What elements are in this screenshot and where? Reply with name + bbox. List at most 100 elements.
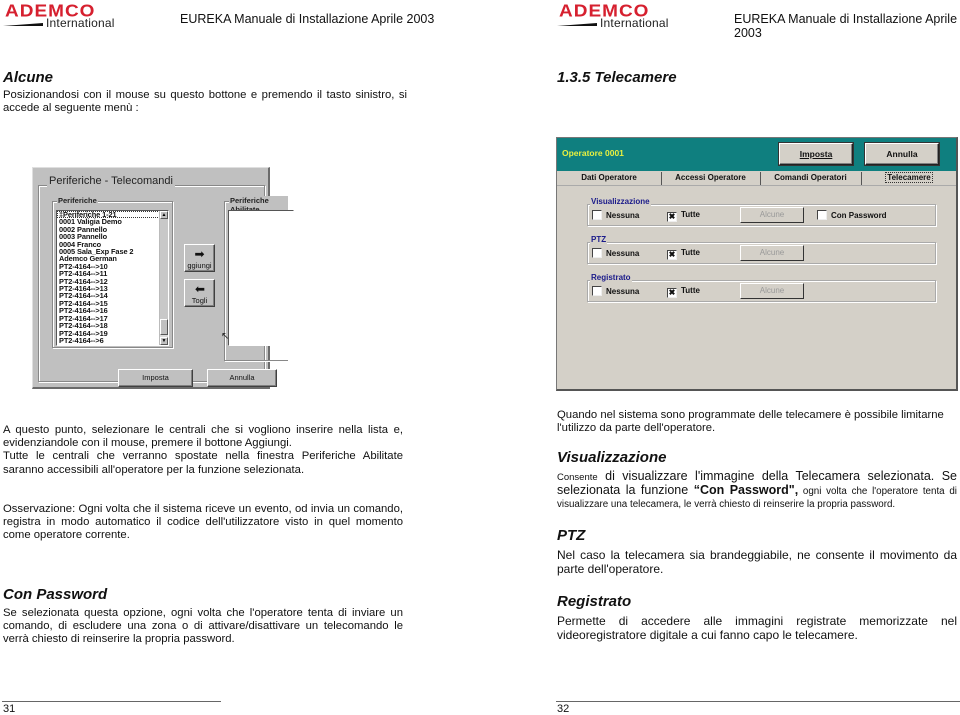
tab-label: Dati Operatore (581, 173, 637, 182)
instructions-line-1: A questo punto, selezionare le centrali … (3, 424, 403, 450)
checkbox-checked-icon: ✖ (667, 212, 677, 222)
scroll-down-arrow-icon[interactable]: ▼ (160, 337, 168, 345)
annulla-label: Annulla (886, 149, 918, 159)
imposta-button-label: Imposta (142, 373, 169, 382)
ptz-legend: PTZ (590, 235, 608, 244)
arrow-right-icon: ➡ (194, 247, 205, 261)
nessuna-checkbox-visualizzazione[interactable]: Nessuna (592, 210, 639, 220)
alcune-button-ptz[interactable]: Alcune (740, 245, 804, 261)
checkbox-label: Nessuna (606, 287, 640, 296)
instructions-paragraph: A questo punto, selezionare le centrali … (3, 424, 403, 477)
checkbox-empty-icon (592, 286, 602, 296)
periferiche-abilitate-listbox[interactable] (228, 210, 294, 346)
section-title-con-password: Con Password (3, 586, 108, 603)
ademco-logo-left: ADEMCO International (3, 2, 118, 30)
con-password-paragraph: Se selezionata questa opzione, ogni volt… (3, 607, 403, 646)
footer-rule-right (556, 701, 960, 702)
page-number-left: 31 (3, 703, 16, 715)
section-title-registrato: Registrato (557, 593, 632, 610)
tab-telecamere[interactable]: Telecamere (861, 172, 957, 185)
section-title-visualizzazione: Visualizzazione (557, 449, 667, 466)
nessuna-checkbox-ptz[interactable]: Nessuna (592, 248, 639, 258)
logo-wedge-shape (3, 20, 43, 26)
instructions-line-2: Tutte le centrali che verranno spostate … (3, 450, 403, 476)
tab-label: Accessi Operatore (675, 173, 746, 182)
visualizzazione-group: Visualizzazione Nessuna ✖ Tutte Alcune Co… (587, 197, 936, 226)
tab-accessi-operatore[interactable]: Accessi Operatore (661, 172, 761, 185)
footer-rule-left (2, 701, 221, 702)
alcune-button-visualizzazione[interactable]: Alcune (740, 207, 804, 223)
operatore-telecamere-dialog: Operatore 0001 Imposta Annulla Dati Oper… (556, 137, 958, 391)
imposta-button-left[interactable]: Imposta (118, 369, 193, 387)
checkbox-checked-icon: ✖ (667, 288, 677, 298)
ptz-paragraph: Nel caso la telecamera sia brandeggiabil… (557, 548, 957, 576)
checkbox-label: Tutte (681, 210, 700, 219)
header-title-right: EUREKA Manuale di Installazione Aprile 2… (734, 12, 958, 40)
vis-text-bold: “Con Password", (693, 483, 799, 498)
tab-dati-operatore[interactable]: Dati Operatore (557, 172, 662, 185)
registrato-group: Registrato Nessuna ✖ Tutte Alcune (587, 273, 936, 302)
aggiungi-button[interactable]: ➡ ggiungi (184, 244, 215, 272)
imposta-label: Imposta (799, 149, 833, 159)
tutte-checkbox-registrato[interactable]: ✖ Tutte (667, 286, 700, 298)
tutte-checkbox-visualizzazione[interactable]: ✖ Tutte (667, 210, 700, 222)
logo-subtitle: International (600, 16, 669, 30)
checkbox-checked-icon: ✖ (667, 250, 677, 260)
periferica-list-item[interactable]: PT2-4164-->7 (57, 344, 168, 345)
tab-label: Telecamere (885, 172, 933, 183)
periferiche-listbox[interactable]: ‡Periferiche 1-21 0001 Valigia Demo 0002 P… (56, 210, 169, 346)
section-title-alcune: Alcune (3, 69, 54, 86)
registrato-paragraph: Permette di accedere alle immagini regis… (557, 614, 957, 642)
logo-subtitle: International (46, 16, 115, 30)
visualizzazione-legend: Visualizzazione (590, 197, 651, 206)
page-number-right: 32 (557, 703, 570, 715)
operator-tabs: Dati Operatore Accessi Operatore Comandi… (557, 171, 956, 186)
tutte-checkbox-ptz[interactable]: ✖ Tutte (667, 248, 700, 260)
annulla-button-label: Annulla (229, 373, 255, 382)
section-title-ptz: PTZ (557, 527, 586, 544)
annulla-button-left[interactable]: Annulla (207, 369, 277, 387)
arrow-left-icon: ➡ (194, 282, 205, 296)
periferiche-group-label: Periferiche (57, 196, 98, 205)
alcune-label: Alcune (759, 248, 785, 257)
logo-wedge-shape (557, 20, 597, 26)
aggiungi-button-label: ggiungi (187, 261, 212, 270)
vis-text-a: Consente (557, 472, 598, 483)
visualizzazione-paragraph: Consente di visualizzare l'immagine dell… (557, 469, 957, 512)
intro-paragraph-left: Posizionandosi con il mouse su questo bo… (3, 89, 407, 115)
registrato-legend: Registrato (590, 273, 632, 282)
header-title-left: EUREKA Manuale di Installazione Aprile 2… (180, 12, 435, 26)
scroll-track[interactable] (160, 219, 168, 319)
checkbox-empty-icon (592, 248, 602, 258)
imposta-button-right[interactable]: Imposta (779, 143, 853, 165)
tab-label: Comandi Operatori (774, 173, 847, 182)
alcune-label: Alcune (759, 286, 785, 295)
nessuna-checkbox-registrato[interactable]: Nessuna (592, 286, 639, 296)
checkbox-label: Nessuna (606, 211, 640, 220)
togli-button-label: Togli (191, 296, 208, 305)
telecamere-intro: Quando nel sistema sono programmate dell… (557, 409, 944, 435)
annulla-button-right[interactable]: Annulla (865, 143, 939, 165)
ptz-group: PTZ Nessuna ✖ Tutte Alcune (587, 235, 936, 264)
checkbox-label: Con Password (831, 211, 887, 220)
con-password-checkbox[interactable]: Con Password (817, 210, 887, 220)
checkbox-empty-icon (817, 210, 827, 220)
scroll-thumb[interactable] (160, 319, 168, 335)
checkbox-label: Tutte (681, 286, 700, 295)
togli-button[interactable]: ➡ Togli (184, 279, 215, 307)
periferiche-list: ‡Periferiche 1-21 0001 Valigia Demo 0002 P… (57, 211, 168, 345)
checkbox-empty-icon (592, 210, 602, 220)
scroll-up-arrow-icon[interactable]: ▲ (160, 211, 168, 219)
tab-comandi-operatori[interactable]: Comandi Operatori (760, 172, 862, 185)
section-title-telecamere: 1.3.5 Telecamere (557, 69, 677, 86)
alcune-button-registrato[interactable]: Alcune (740, 283, 804, 299)
ademco-logo-right: ADEMCO International (557, 2, 672, 30)
observation-paragraph: Osservazione: Ogni volta che il sistema … (3, 503, 403, 542)
listbox-scrollbar[interactable]: ▲ ▼ (159, 211, 168, 345)
periferiche-telecomandi-dialog: Periferiche - Telecomandi Periferiche ‡P… (32, 167, 294, 389)
periferiche-group: Periferiche ‡Periferiche 1-21 0001 Valigi… (52, 196, 173, 348)
operator-label: Operatore 0001 (562, 148, 624, 158)
checkbox-label: Tutte (681, 248, 700, 257)
dialog-title: Periferiche - Telecomandi (47, 175, 175, 187)
alcune-label: Alcune (759, 210, 785, 219)
